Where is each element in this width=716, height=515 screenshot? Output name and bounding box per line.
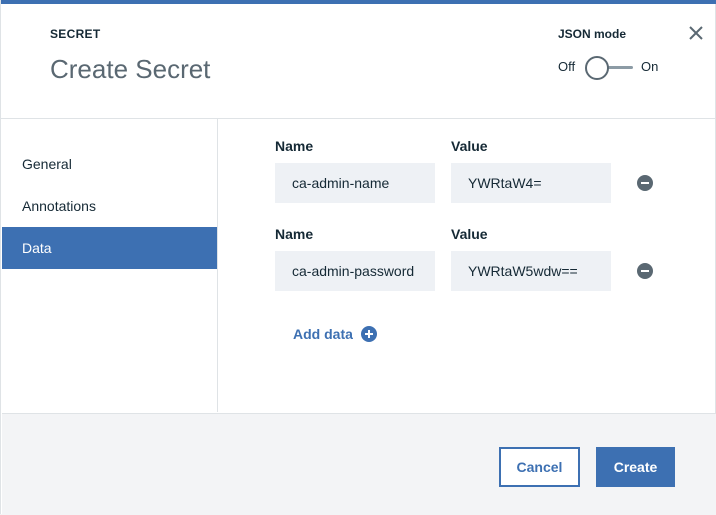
remove-circle-icon[interactable] — [637, 263, 653, 279]
modal-eyebrow: SECRET — [50, 27, 101, 41]
json-mode-label: JSON mode — [558, 27, 627, 41]
toggle-on-label: On — [641, 59, 659, 74]
remove-circle-icon[interactable] — [637, 175, 653, 191]
close-icon[interactable] — [687, 24, 705, 42]
name-input[interactable]: ca-admin-password — [275, 251, 435, 291]
name-label: Name — [275, 138, 314, 154]
name-input[interactable]: ca-admin-name — [275, 163, 435, 203]
sidebar-nav: General Annotations Data — [2, 119, 218, 412]
toggle-knob — [585, 56, 609, 80]
modal-footer: Cancel Create — [2, 413, 716, 515]
data-panel: Name Value ca-admin-name YWRtaW4= Name V… — [218, 119, 715, 412]
name-label: Name — [275, 226, 314, 242]
json-mode-toggle[interactable] — [585, 56, 635, 80]
plus-circle-icon — [360, 326, 377, 342]
create-secret-modal: SECRET Create Secret JSON mode Off On Ge… — [0, 0, 716, 515]
add-data-label: Add data — [293, 326, 353, 342]
cancel-button[interactable]: Cancel — [499, 447, 580, 487]
create-button[interactable]: Create — [596, 447, 675, 487]
modal-header: SECRET Create Secret JSON mode Off On — [1, 4, 715, 119]
value-input[interactable]: YWRtaW5wdw== — [451, 251, 611, 291]
sidebar-item-annotations[interactable]: Annotations — [2, 185, 217, 227]
add-data-button[interactable]: Add data — [293, 324, 377, 344]
toggle-off-label: Off — [558, 59, 576, 74]
sidebar-item-general[interactable]: General — [2, 143, 217, 185]
value-input[interactable]: YWRtaW4= — [451, 163, 611, 203]
sidebar-item-data[interactable]: Data — [2, 227, 217, 269]
modal-title: Create Secret — [50, 54, 211, 84]
value-label: Value — [451, 226, 488, 242]
value-label: Value — [451, 138, 488, 154]
